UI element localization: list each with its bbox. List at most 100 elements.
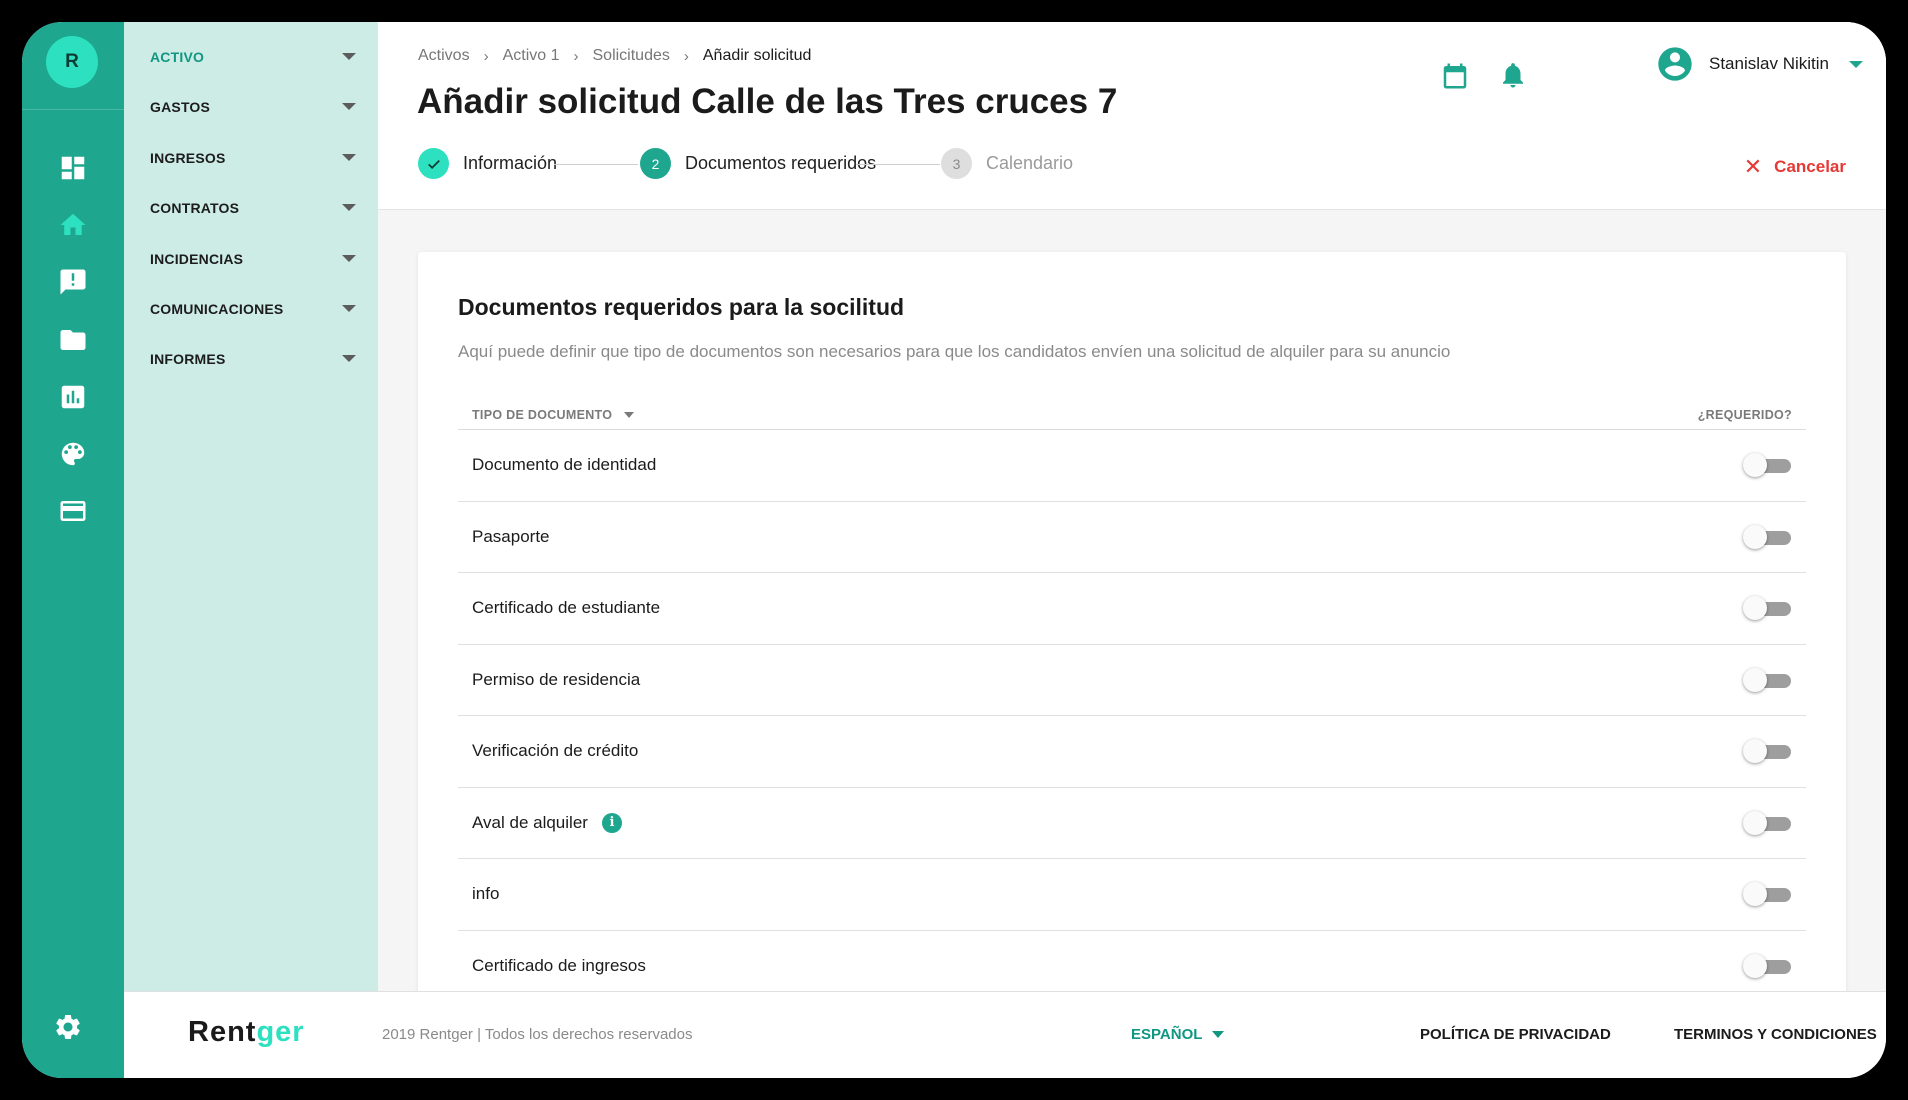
footer: Rentger 2019 Rentger | Todos los derecho… bbox=[124, 991, 1886, 1078]
documents-card: Documentos requeridos para la socilitud … bbox=[418, 252, 1846, 1012]
column-header-required: ¿REQUERIDO? bbox=[1697, 408, 1792, 422]
sidebar-item-label: INGRESOS bbox=[150, 150, 226, 166]
chevron-down-icon bbox=[342, 305, 356, 312]
page-header: Activos › Activo 1 › Solicitudes › Añadi… bbox=[378, 22, 1886, 210]
column-header-type[interactable]: TIPO DE DOCUMENTO bbox=[472, 408, 635, 422]
document-label: Aval de alquiler bbox=[472, 812, 588, 832]
folder-icon[interactable] bbox=[55, 322, 91, 358]
chevron-right-icon: › bbox=[573, 47, 579, 65]
required-toggle[interactable] bbox=[1743, 596, 1791, 621]
step-number: 2 bbox=[640, 148, 671, 179]
dashboard-icon[interactable] bbox=[55, 150, 91, 186]
chevron-right-icon: › bbox=[483, 47, 489, 65]
app-window: R ACTIVO GASTOS INGRESOS CONTRATOS INCID… bbox=[22, 22, 1886, 1078]
document-label-with-info: Aval de alquiler i bbox=[472, 812, 622, 833]
breadcrumb: Activos › Activo 1 › Solicitudes › Añadi… bbox=[418, 47, 811, 65]
sidebar-item-activo[interactable]: ACTIVO bbox=[124, 37, 378, 77]
document-label: Pasaporte bbox=[472, 526, 550, 546]
sidebar-item-label: COMUNICACIONES bbox=[150, 301, 284, 317]
document-label: info bbox=[472, 884, 500, 904]
breadcrumb-link-activo-1[interactable]: Activo 1 bbox=[503, 47, 560, 65]
user-menu[interactable]: Stanislav Nikitin bbox=[1655, 44, 1863, 84]
table-row: Pasaporte bbox=[458, 502, 1806, 573]
sidebar-item-informes[interactable]: INFORMES bbox=[124, 339, 378, 379]
step-informacion[interactable]: Información bbox=[418, 148, 557, 179]
sort-icon bbox=[624, 412, 635, 418]
credit-card-icon[interactable] bbox=[55, 493, 91, 529]
main-content: Activos › Activo 1 › Solicitudes › Añadi… bbox=[378, 22, 1886, 1012]
required-toggle[interactable] bbox=[1743, 882, 1791, 907]
required-toggle[interactable] bbox=[1743, 953, 1791, 978]
language-label: ESPAÑOL bbox=[1131, 1026, 1203, 1043]
chevron-down-icon bbox=[342, 53, 356, 60]
rail-divider bbox=[22, 109, 124, 110]
user-name: Stanislav Nikitin bbox=[1709, 54, 1829, 73]
sidebar-item-contratos[interactable]: CONTRATOS bbox=[124, 188, 378, 228]
icon-rail: R bbox=[22, 22, 124, 1078]
table-row: Aval de alquiler i bbox=[458, 788, 1806, 859]
required-toggle[interactable] bbox=[1743, 739, 1791, 764]
sidebar-item-ingresos[interactable]: INGRESOS bbox=[124, 138, 378, 178]
chevron-down-icon bbox=[1849, 60, 1863, 68]
chevron-down-icon bbox=[342, 103, 356, 110]
table-header: TIPO DE DOCUMENTO ¿REQUERIDO? bbox=[458, 402, 1806, 430]
chevron-down-icon bbox=[342, 154, 356, 161]
breadcrumb-current: Añadir solicitud bbox=[702, 47, 812, 64]
step-label: Documentos requeridos bbox=[685, 153, 877, 173]
step-label: Calendario bbox=[986, 153, 1074, 173]
user-avatar-icon bbox=[1655, 44, 1695, 84]
alert-icon[interactable] bbox=[55, 264, 91, 300]
required-toggle[interactable] bbox=[1743, 524, 1791, 549]
step-connector bbox=[554, 164, 638, 165]
home-icon[interactable] bbox=[55, 207, 91, 243]
chevron-down-icon bbox=[1212, 1031, 1225, 1038]
chevron-down-icon bbox=[342, 255, 356, 262]
column-header-label: TIPO DE DOCUMENTO bbox=[472, 408, 613, 422]
close-icon: ✕ bbox=[1743, 154, 1763, 179]
breadcrumb-link-solicitudes[interactable]: Solicitudes bbox=[593, 47, 670, 65]
card-title: Documentos requeridos para la socilitud bbox=[458, 294, 905, 320]
step-number: 3 bbox=[941, 148, 972, 179]
sidebar-item-incidencias[interactable]: INCIDENCIAS bbox=[124, 239, 378, 279]
sidebar-item-label: GASTOS bbox=[150, 99, 211, 115]
chevron-down-icon bbox=[342, 204, 356, 211]
company-avatar[interactable]: R bbox=[46, 36, 98, 88]
palette-icon[interactable] bbox=[55, 436, 91, 472]
sidebar-item-label: INFORMES bbox=[150, 351, 226, 367]
table-row: Permiso de residencia bbox=[458, 645, 1806, 716]
required-toggle[interactable] bbox=[1743, 810, 1791, 835]
step-calendario[interactable]: 3 Calendario bbox=[941, 148, 1073, 179]
settings-icon[interactable] bbox=[53, 1012, 91, 1050]
privacy-link[interactable]: POLÍTICA DE PRIVACIDAD bbox=[1420, 1026, 1611, 1043]
sidebar-item-comunicaciones[interactable]: COMUNICACIONES bbox=[124, 289, 378, 329]
required-toggle[interactable] bbox=[1743, 453, 1791, 478]
document-label: Certificado de ingresos bbox=[472, 955, 646, 975]
sidebar-item-gastos[interactable]: GASTOS bbox=[124, 87, 378, 127]
sidebar-item-label: CONTRATOS bbox=[150, 200, 240, 216]
bell-icon[interactable] bbox=[1498, 60, 1528, 90]
chevron-down-icon bbox=[342, 355, 356, 362]
breadcrumb-link-activos[interactable]: Activos bbox=[418, 47, 470, 65]
document-label: Verificación de crédito bbox=[472, 741, 639, 761]
language-select[interactable]: ESPAÑOL bbox=[1131, 1026, 1225, 1043]
info-icon[interactable]: i bbox=[601, 812, 622, 833]
step-label: Información bbox=[463, 153, 558, 173]
table-row: Verificación de crédito bbox=[458, 716, 1806, 788]
chart-icon[interactable] bbox=[55, 379, 91, 415]
sidebar-menu: ACTIVO GASTOS INGRESOS CONTRATOS INCIDEN… bbox=[124, 22, 378, 991]
check-icon bbox=[418, 148, 449, 179]
required-toggle[interactable] bbox=[1743, 667, 1791, 692]
cancel-label: Cancelar bbox=[1774, 157, 1846, 176]
calendar-icon[interactable] bbox=[1440, 61, 1470, 91]
documents-table: TIPO DE DOCUMENTO ¿REQUERIDO? Documento … bbox=[458, 402, 1806, 1002]
card-subtitle: Aquí puede definir que tipo de documento… bbox=[458, 342, 1451, 361]
cancel-button[interactable]: ✕ Cancelar bbox=[1744, 154, 1846, 180]
sidebar-item-label: ACTIVO bbox=[150, 49, 205, 65]
document-label: Documento de identidad bbox=[472, 455, 657, 475]
chevron-right-icon: › bbox=[683, 47, 689, 65]
step-documentos[interactable]: 2 Documentos requeridos bbox=[640, 148, 876, 179]
table-row: Certificado de estudiante bbox=[458, 573, 1806, 645]
sidebar-item-label: INCIDENCIAS bbox=[150, 251, 244, 267]
step-connector bbox=[856, 164, 940, 165]
terms-link[interactable]: TERMINOS Y CONDICIONES bbox=[1674, 1026, 1877, 1043]
